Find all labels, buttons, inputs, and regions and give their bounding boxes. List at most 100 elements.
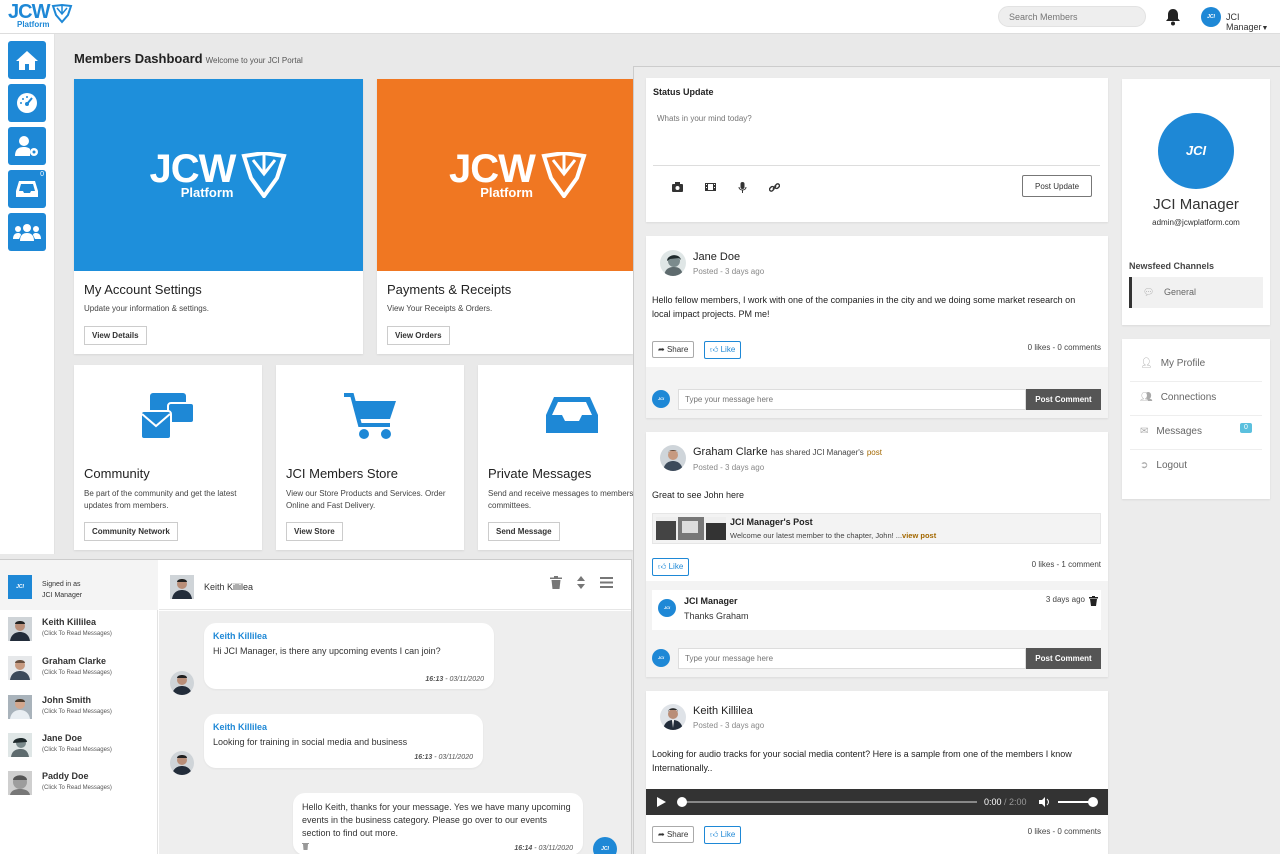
shield-logo-icon (541, 152, 587, 198)
profile-avatar[interactable]: JCI (1158, 113, 1234, 189)
channel-label: General (1164, 287, 1197, 297)
sidebar-item-community[interactable] (8, 213, 46, 251)
message-clock: 16:13 (425, 676, 444, 683)
volume-icon[interactable] (1039, 797, 1051, 807)
user-menu-label: JCI Manager (1226, 12, 1262, 32)
top-bar: JCW Platform JCI JCI Manager▼ (0, 0, 1280, 34)
audio-progress-handle[interactable] (677, 797, 687, 807)
trash-icon[interactable] (1089, 596, 1098, 606)
menu-messages[interactable]: ✉︎ Messages (1140, 426, 1202, 437)
send-message-button[interactable]: Send Message (488, 522, 560, 541)
share-button[interactable]: ➦ Share (652, 341, 695, 358)
embedded-post[interactable]: JCI Manager's Post Welcome our latest me… (652, 513, 1101, 544)
volume-slider[interactable] (1058, 797, 1098, 807)
inbox-badge: 0 (40, 171, 44, 178)
post-author[interactable]: Keith Killilea (693, 705, 753, 717)
outgoing-message: Hello Keith, thanks for your message. Ye… (293, 793, 583, 854)
message-date: - 03/11/2020 (432, 754, 473, 761)
volume-handle[interactable] (1088, 797, 1098, 807)
trash-icon[interactable] (302, 842, 309, 850)
chat-panel: JCI Signed in as JCI Manager Keith Killil… (0, 559, 632, 854)
like-button[interactable]: 👍︎ Like (704, 341, 742, 359)
shared-post-link[interactable]: post (867, 448, 882, 457)
menu-label: Messages (1156, 426, 1202, 437)
menu-bars-icon[interactable] (600, 577, 613, 588)
notifications-bell-icon[interactable] (1165, 8, 1181, 29)
message-text: Hello Keith, thanks for your message. Ye… (302, 802, 571, 838)
post-comment-button[interactable]: Post Comment (1026, 389, 1101, 410)
page-subtitle: Welcome to your JCI Portal (205, 56, 303, 65)
store-card: JCI Members Store View our Store Product… (276, 365, 464, 550)
author-avatar[interactable] (660, 445, 686, 471)
status-textarea[interactable] (653, 110, 1100, 166)
view-details-button[interactable]: View Details (84, 326, 147, 345)
post-meta: Posted - 3 days ago (693, 721, 765, 730)
message-date: - 03/11/2020 (532, 845, 573, 852)
like-button[interactable]: 👍︎ Like (652, 558, 690, 576)
microphone-icon[interactable] (738, 182, 747, 193)
messages-badge: 0 (1240, 423, 1252, 433)
dashboard-gauge-icon (17, 93, 37, 113)
user-avatar[interactable]: JCI (1201, 7, 1221, 27)
sidebar-item-dashboard[interactable] (8, 84, 46, 122)
like-label: Like (720, 830, 736, 839)
sign-out-icon: ➲︎ (1140, 460, 1149, 471)
trash-icon[interactable] (550, 576, 562, 589)
chat-bubbles-icon: 💬︎ (1143, 287, 1155, 297)
account-banner: JCW Platform (74, 79, 363, 271)
embedded-post-title: JCI Manager's Post (730, 517, 813, 527)
post-stats: 0 likes - 0 comments (1027, 343, 1101, 352)
comment-input[interactable] (678, 648, 1026, 669)
sort-icon[interactable] (577, 576, 585, 589)
post-author[interactable]: Jane Doe (693, 251, 740, 263)
user-menu-dropdown[interactable]: JCI Manager▼ (1226, 12, 1280, 32)
like-label: Like (668, 562, 684, 571)
logo-text: JCW (8, 1, 50, 23)
menu-connections[interactable]: 👥︎ Connections (1140, 392, 1216, 403)
private-messages-card: Private Messages Send and receive messag… (478, 365, 633, 550)
left-sidebar: 0 (0, 34, 55, 554)
menu-label: My Profile (1160, 358, 1206, 369)
audio-player: 0:00 / 2:00 (646, 789, 1108, 815)
user-icon: 👤︎ (1140, 358, 1153, 369)
menu-my-profile[interactable]: 👤︎ My Profile (1140, 358, 1205, 369)
view-store-button[interactable]: View Store (286, 522, 343, 541)
shopping-cart-icon (344, 393, 396, 439)
like-button[interactable]: 👍︎ Like (704, 826, 742, 844)
sidebar-item-user-settings[interactable] (8, 127, 46, 165)
community-network-button[interactable]: Community Network (84, 522, 178, 541)
author-avatar[interactable] (660, 704, 686, 730)
menu-label: Logout (1156, 460, 1187, 471)
author-avatar[interactable] (660, 250, 686, 276)
comment-author[interactable]: JCI Manager (684, 596, 738, 606)
search-members-input[interactable] (998, 6, 1146, 27)
payments-banner: JCW Platform (377, 79, 633, 271)
link-icon[interactable] (769, 182, 780, 193)
camera-icon[interactable] (672, 182, 683, 192)
share-label: Share (666, 345, 689, 354)
embedded-post-text: Welcome our latest member to the chapter… (730, 531, 936, 540)
share-button[interactable]: ➦ Share (652, 826, 695, 843)
post-author[interactable]: Graham Clarke (693, 446, 768, 458)
view-post-link[interactable]: view post (902, 531, 936, 540)
film-icon[interactable] (705, 182, 716, 192)
menu-logout[interactable]: ➲︎ Logout (1140, 460, 1187, 471)
card-title: JCI Members Store (286, 466, 398, 481)
channel-general[interactable]: 💬︎ General (1129, 277, 1263, 308)
community-card: Community Be part of the community and g… (74, 365, 262, 550)
sidebar-item-inbox[interactable]: 0 (8, 170, 46, 208)
profile-email: admin@jcwplatform.com (1152, 218, 1240, 227)
sidebar-item-home[interactable] (8, 41, 46, 79)
message-author: Keith Killilea (213, 631, 268, 641)
view-orders-button[interactable]: View Orders (387, 326, 450, 345)
post-update-button[interactable]: Post Update (1022, 175, 1092, 197)
card-title: Community (84, 466, 150, 481)
app-logo[interactable]: JCW Platform (8, 1, 73, 29)
comment-input[interactable] (678, 389, 1026, 410)
audio-progress-track[interactable] (677, 797, 977, 807)
envelopes-icon (140, 393, 195, 440)
play-icon[interactable] (657, 797, 666, 807)
post-comment-button[interactable]: Post Comment (1026, 648, 1101, 669)
card-title: Private Messages (488, 466, 592, 481)
share-icon: ➦ (658, 345, 665, 354)
